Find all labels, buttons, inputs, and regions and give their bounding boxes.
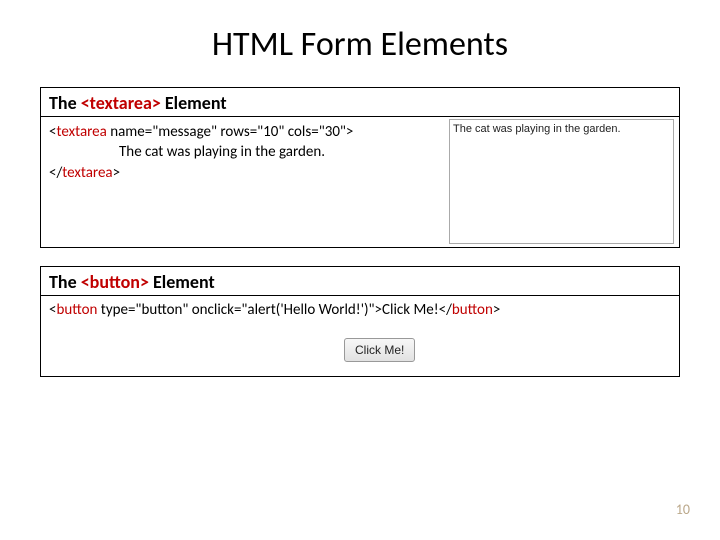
- rendered-textarea[interactable]: [449, 119, 674, 244]
- heading-text-pre: The: [49, 92, 81, 114]
- heading-text-pre: The: [49, 271, 81, 293]
- code-tag-open: button: [56, 301, 97, 319]
- code-close-angle-open: </: [439, 301, 452, 319]
- code-angle-close-open: </: [49, 164, 62, 182]
- button-body: <button type="button" onclick="alert('He…: [41, 296, 679, 376]
- textarea-heading: The <textarea> Element: [41, 88, 679, 117]
- textarea-body: <textarea name="message" rows="10" cols=…: [41, 117, 679, 247]
- button-code-line: <button type="button" onclick="alert('He…: [49, 300, 671, 320]
- code-tag-close: button: [452, 301, 493, 319]
- code-inner-text: Click Me!: [382, 301, 439, 319]
- heading-text-post: Element: [161, 92, 227, 114]
- code-tag: textarea: [56, 123, 106, 141]
- heading-text-post: Element: [149, 271, 215, 293]
- demo-button[interactable]: Click Me!: [344, 338, 415, 362]
- page-number: 10: [676, 501, 690, 518]
- slide-title: HTML Form Elements: [40, 24, 680, 65]
- code-angle-close: >: [113, 164, 120, 182]
- button-section: The <button> Element <button type="butto…: [40, 266, 680, 377]
- code-tag-close: textarea: [62, 164, 112, 182]
- heading-tag: <textarea>: [81, 92, 161, 114]
- code-attrs: name="message" rows="10" cols="30">: [107, 123, 354, 141]
- code-attrs: type="button" onclick="alert('Hello Worl…: [97, 301, 382, 319]
- heading-tag: <button>: [81, 271, 149, 293]
- code-close-angle: >: [493, 301, 500, 319]
- button-heading: The <button> Element: [41, 267, 679, 296]
- textarea-section: The <textarea> Element <textarea name="m…: [40, 87, 680, 248]
